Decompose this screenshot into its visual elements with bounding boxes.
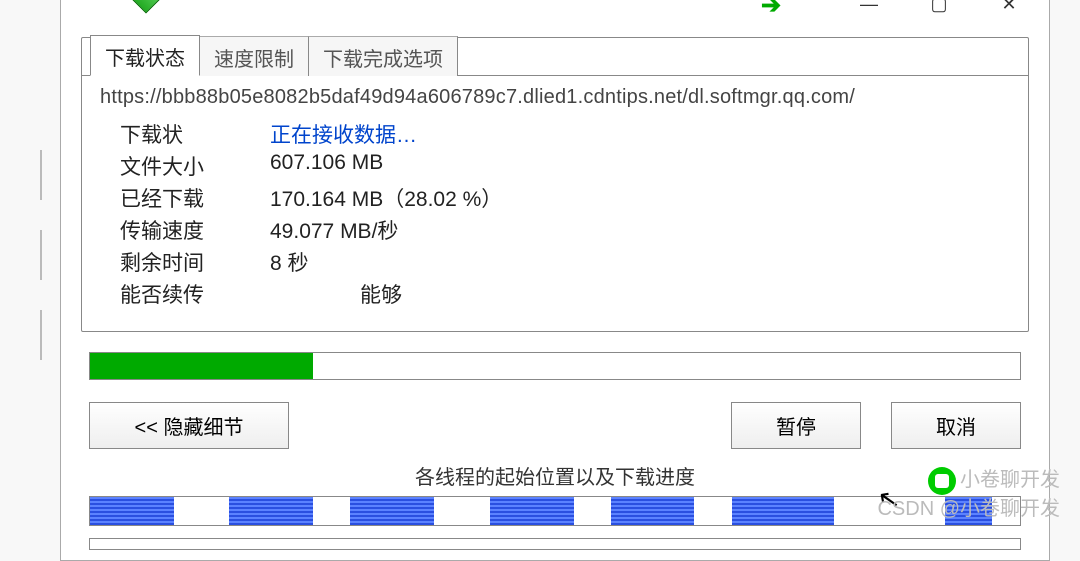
thread-segment-filled	[229, 497, 313, 525]
thread-segment-filled	[611, 497, 695, 525]
thread-segment-filled	[490, 497, 574, 525]
titlebar: — ▢ ✕	[61, 0, 1049, 17]
row-remaining: 剩余时间 8 秒	[100, 247, 1010, 277]
label-filesize: 文件大小	[100, 151, 270, 181]
overall-progress-bar	[89, 352, 1021, 380]
tab-download-status[interactable]: 下载状态	[90, 35, 200, 76]
value-remaining: 8 秒	[270, 247, 309, 277]
label-status: 下载状	[100, 119, 270, 149]
row-filesize: 文件大小 607.106 MB	[100, 151, 1010, 181]
thread-segment-gap	[174, 497, 230, 525]
row-status: 下载状 正在接收数据…	[100, 119, 1010, 149]
thread-segment-gap	[434, 497, 490, 525]
label-resumable: 能否续传	[100, 279, 270, 309]
label-downloaded: 已经下载	[100, 183, 270, 213]
cancel-button[interactable]: 取消	[891, 402, 1021, 449]
value-filesize: 607.106 MB	[270, 151, 383, 181]
button-row: << 隐藏细节 暂停 取消	[89, 402, 1021, 449]
tab-complete-options[interactable]: 下载完成选项	[308, 36, 458, 76]
thread-segment-filled	[90, 497, 174, 525]
arrow-right-icon: ➔	[761, 0, 781, 20]
minimize-button[interactable]: —	[849, 0, 889, 15]
download-window: ➔ — ▢ ✕ 下载状态 速度限制 下载完成选项 https://bbb88b0…	[60, 0, 1050, 561]
thread-segment-filled	[350, 497, 434, 525]
maximize-button[interactable]: ▢	[919, 0, 959, 15]
thread-segment-filled	[732, 497, 834, 525]
pause-button[interactable]: 暂停	[731, 402, 861, 449]
value-speed: 49.077 MB/秒	[270, 215, 398, 245]
thread-segment-filled	[945, 497, 992, 525]
thread-detail-box	[89, 538, 1021, 550]
left-edge-fragment	[40, 120, 54, 500]
close-button[interactable]: ✕	[989, 0, 1029, 15]
row-resumable: 能否续传 能够	[100, 279, 1010, 309]
thread-segment-gap	[694, 497, 731, 525]
tab-content: https://bbb88b05e8082b5daf49d94a606789c7…	[82, 75, 1028, 331]
row-downloaded: 已经下载 170.164 MB（28.02 %）	[100, 183, 1010, 213]
hide-details-button[interactable]: << 隐藏细节	[89, 402, 289, 449]
thread-segment-gap	[313, 497, 350, 525]
row-speed: 传输速度 49.077 MB/秒	[100, 215, 1010, 245]
thread-segment-gap	[992, 497, 1020, 525]
value-status: 正在接收数据…	[270, 119, 417, 149]
thread-segment-gap	[574, 497, 611, 525]
tab-bar: 下载状态 速度限制 下载完成选项	[82, 37, 1028, 75]
status-panel: 下载状态 速度限制 下载完成选项 https://bbb88b05e8082b5…	[81, 37, 1029, 332]
value-resumable: 能够	[270, 279, 402, 309]
value-downloaded: 170.164 MB（28.02 %）	[270, 183, 502, 213]
tab-speed-limit[interactable]: 速度限制	[199, 36, 309, 76]
label-remaining: 剩余时间	[100, 247, 270, 277]
download-url: https://bbb88b05e8082b5daf49d94a606789c7…	[100, 86, 1010, 109]
label-speed: 传输速度	[100, 215, 270, 245]
progress-fill	[90, 353, 313, 379]
